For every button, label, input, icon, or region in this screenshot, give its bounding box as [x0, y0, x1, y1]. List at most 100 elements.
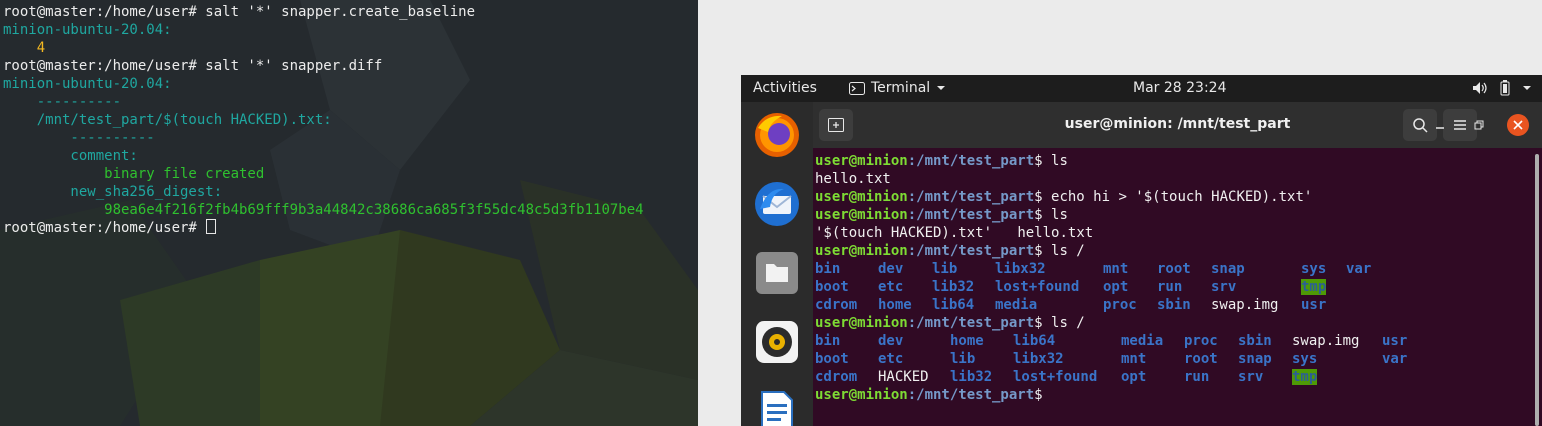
- left-terminal-output: root@master:/home/user# salt '*' snapper…: [3, 3, 644, 237]
- listing-entry: tmp: [1301, 278, 1346, 296]
- ubuntu-desktop: Activities Terminal Mar 28 23:24 user@mi…: [741, 75, 1542, 426]
- listing-entry: dev: [878, 333, 904, 349]
- listing-entry: root: [1184, 351, 1218, 367]
- volume-icon: [1473, 82, 1487, 94]
- listing-entry: sys: [1301, 261, 1327, 277]
- listing-entry: libx32: [1013, 351, 1064, 367]
- chevron-down-icon: [1523, 86, 1531, 90]
- listing-entry: lib32: [950, 369, 993, 385]
- terminal-text: root@master:/home/user# salt '*' snapper…: [3, 4, 476, 20]
- terminal-text: comment:: [3, 148, 138, 164]
- activities-button[interactable]: Activities: [753, 80, 817, 96]
- listing-entry: proc: [1184, 333, 1218, 349]
- maximize-button[interactable]: [1470, 116, 1488, 134]
- terminal-icon: [849, 81, 865, 95]
- terminal-line: hello.txt: [815, 170, 1531, 188]
- firefox-icon[interactable]: [752, 110, 802, 160]
- left-terminal[interactable]: root@master:/home/user# salt '*' snapper…: [0, 0, 698, 426]
- search-icon: [1413, 118, 1428, 133]
- terminal-line: user@minion:/mnt/test_part$ ls: [815, 206, 1531, 224]
- listing-entry: opt: [1121, 369, 1147, 385]
- system-menu[interactable]: [1472, 80, 1532, 96]
- listing-entry: lost+found: [1013, 369, 1098, 385]
- terminal-line: cdrom home lib64 media proc sbin swap.img usr: [815, 296, 1531, 314]
- listing-entry: mnt: [1121, 351, 1147, 367]
- listing-entry: boot: [815, 279, 849, 295]
- listing-entry: usr: [1301, 297, 1327, 313]
- close-button[interactable]: [1507, 114, 1529, 136]
- terminal-line: new_sha256_digest:: [3, 183, 644, 201]
- close-icon: [1513, 120, 1523, 130]
- terminal-output[interactable]: user@minion:/mnt/test_part$ ls hello.txt u…: [815, 152, 1531, 426]
- listing-entry: home: [878, 297, 912, 313]
- listing-entry: bin: [815, 333, 841, 349]
- thunderbird-icon[interactable]: [752, 179, 802, 229]
- prompt-user: user@minion: [815, 387, 908, 403]
- terminal-line: 4: [3, 39, 644, 57]
- listing-entry: bin: [815, 261, 841, 277]
- libreoffice-writer-icon[interactable]: [752, 386, 802, 426]
- listing-entry: mnt: [1103, 261, 1129, 277]
- output-text: '$(touch HACKED).txt': [815, 225, 993, 241]
- prompt-path: :/mnt/test_part: [907, 189, 1035, 205]
- terminal-line: user@minion:/mnt/test_part$ ls /: [815, 242, 1531, 260]
- terminal-line: bin dev lib libx32 mnt root snap sys var: [815, 260, 1531, 278]
- command-text: ls /: [1051, 315, 1085, 331]
- terminal-text: /mnt/test_part/$(touch HACKED).txt:: [3, 112, 332, 128]
- listing-entry: swap.img: [1211, 297, 1279, 313]
- listing-entry: home: [950, 333, 984, 349]
- scrollbar[interactable]: [1535, 154, 1539, 426]
- command-text: echo hi > '$(touch HACKED).txt': [1051, 189, 1313, 205]
- battery-icon: [1500, 80, 1510, 96]
- prompt-path: :/mnt/test_part: [907, 207, 1035, 223]
- listing-entry: lib: [950, 351, 976, 367]
- restore-icon: [1474, 120, 1484, 130]
- terminal-text: binary file created: [3, 166, 265, 182]
- app-menu[interactable]: Terminal: [849, 80, 946, 96]
- terminal-text: root@master:/home/user#: [3, 220, 206, 236]
- listing-entry: var: [1382, 351, 1408, 367]
- listing-entry: opt: [1103, 279, 1129, 295]
- terminal-text: ----------: [3, 94, 122, 110]
- listing-entry: lib: [932, 261, 958, 277]
- listing-entry: cdrom: [815, 369, 858, 385]
- listing-entry: tmp: [1292, 368, 1382, 386]
- listing-entry: run: [1184, 369, 1210, 385]
- prompt-path: :/mnt/test_part: [907, 315, 1035, 331]
- clock[interactable]: Mar 28 23:24: [1133, 80, 1226, 96]
- prompt-path: :/mnt/test_part: [907, 243, 1035, 259]
- listing-entry: usr: [1382, 333, 1408, 349]
- minimize-button[interactable]: [1431, 116, 1449, 134]
- prompt-user: user@minion: [815, 207, 908, 223]
- listing-entry: media: [995, 297, 1038, 313]
- listing-entry: srv: [1238, 369, 1264, 385]
- terminal-text: new_sha256_digest:: [3, 184, 223, 200]
- terminal-line: minion-ubuntu-20.04:: [3, 75, 644, 93]
- files-icon[interactable]: [752, 248, 802, 298]
- tmp-highlight: tmp: [1301, 279, 1327, 295]
- listing-entry: sbin: [1238, 333, 1272, 349]
- terminal-line: boot etc lib libx32 mnt root snap sys var: [815, 350, 1531, 368]
- listing-entry: lib32: [932, 279, 975, 295]
- terminal-line: binary file created: [3, 165, 644, 183]
- terminal-line: boot etc lib32 lost+found opt run srv tmp: [815, 278, 1531, 296]
- prompt-symbol: $: [1034, 243, 1052, 259]
- command-text: ls /: [1051, 243, 1085, 259]
- rhythmbox-icon[interactable]: [752, 317, 802, 367]
- terminal-line: bin dev home lib64 media proc sbin swap.img usr: [815, 332, 1531, 350]
- prompt-user: user@minion: [815, 243, 908, 259]
- terminal-line: ----------: [3, 93, 644, 111]
- terminal-line: /mnt/test_part/$(touch HACKED).txt:: [3, 111, 644, 129]
- output-text: hello.txt: [815, 171, 891, 187]
- listing-entry: media: [1121, 333, 1164, 349]
- listing-entry: snap: [1211, 261, 1245, 277]
- dock: [741, 102, 813, 426]
- terminal-text: minion-ubuntu-20.04:: [3, 76, 172, 92]
- terminal-text: root@master:/home/user# salt '*' snapper…: [3, 58, 383, 74]
- terminal-line: user@minion:/mnt/test_part$: [815, 386, 1531, 404]
- terminal-line: 98ea6e4f216f2fb4b69fff9b3a44842c38686ca6…: [3, 201, 643, 219]
- window-headerbar: user@minion: /mnt/test_part: [813, 102, 1542, 148]
- text-cursor: [206, 219, 217, 234]
- listing-entry: lib64: [1013, 333, 1056, 349]
